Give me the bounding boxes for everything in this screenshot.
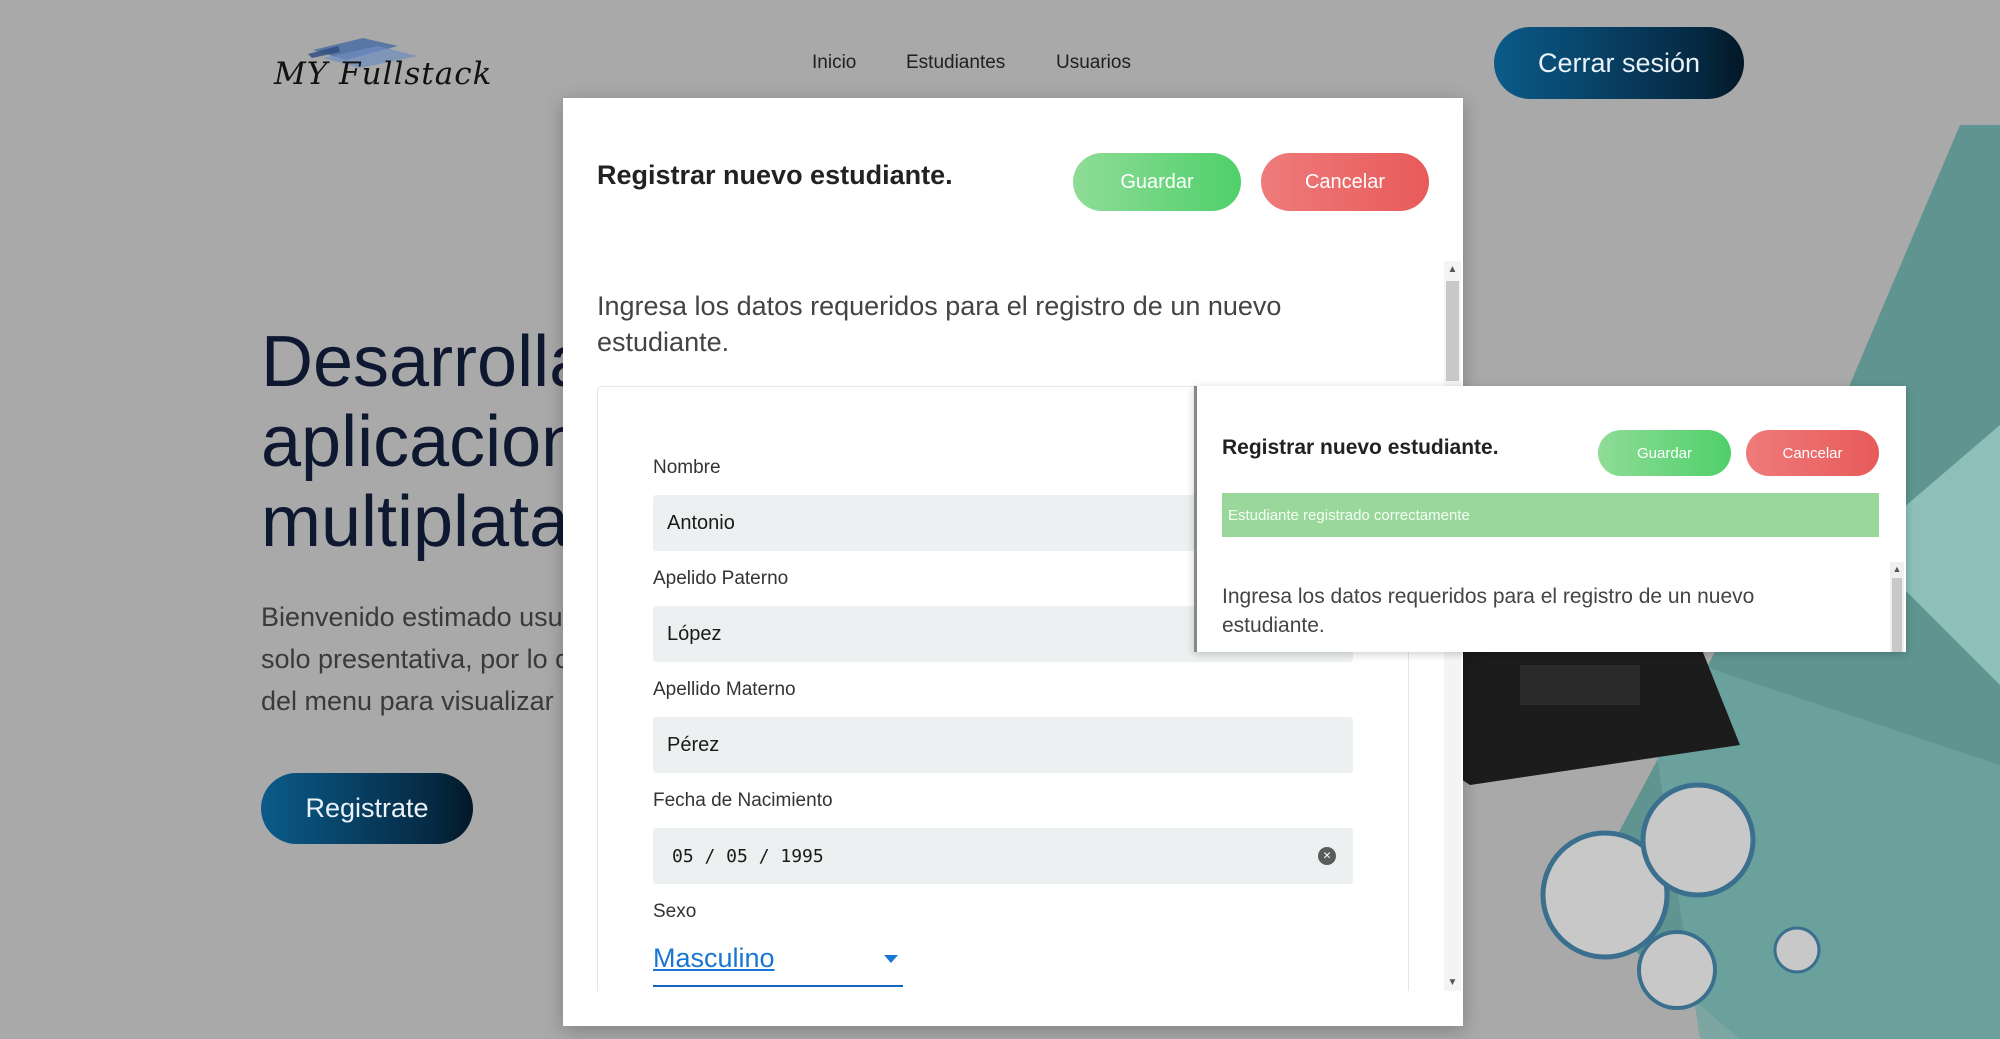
- apellido-materno-label: Apellido Materno: [653, 679, 796, 700]
- apellido-paterno-label: Apelido Paterno: [653, 568, 789, 589]
- logout-button[interactable]: Cerrar sesión: [1494, 27, 1744, 99]
- fecha-nacimiento-value: 05 / 05 / 1995: [672, 845, 824, 867]
- scroll-up-icon[interactable]: ▲: [1890, 562, 1904, 576]
- nombre-label: Nombre: [653, 457, 721, 478]
- modal-description: Ingresa los datos requeridos para el reg…: [597, 291, 1282, 357]
- hero-subtitle-line: solo presentativa, por lo c: [261, 644, 569, 674]
- sexo-selected-value: Masculino: [653, 943, 775, 973]
- sexo-select[interactable]: Masculino: [653, 937, 903, 987]
- register-button[interactable]: Registrate: [261, 773, 473, 844]
- cancel-button[interactable]: Cancelar: [1261, 153, 1429, 211]
- save-button[interactable]: Guardar: [1073, 153, 1241, 211]
- hero-title-line: aplicacion: [261, 402, 582, 482]
- panel-edge: [1194, 386, 1197, 652]
- hero-subtitle-line: del menu para visualizar: [261, 686, 554, 716]
- modal-title: Registrar nuevo estudiante.: [597, 160, 953, 190]
- chevron-down-icon: [884, 955, 898, 963]
- logo[interactable]: MY Fullstack: [268, 28, 491, 98]
- nav-estudiantes[interactable]: Estudiantes: [906, 52, 1005, 74]
- panel-save-button[interactable]: Guardar: [1598, 430, 1731, 476]
- success-alert: Estudiante registrado correctamente: [1222, 493, 1879, 537]
- panel-cancel-button[interactable]: Cancelar: [1746, 430, 1879, 476]
- logo-text: MY Fullstack: [274, 56, 493, 92]
- scroll-up-icon[interactable]: ▲: [1444, 261, 1461, 278]
- hero-subtitle: Bienvenido estimado usu solo presentativ…: [261, 596, 569, 722]
- panel-description: Ingresa los datos requeridos para el reg…: [1222, 585, 1755, 637]
- nav-inicio[interactable]: Inicio: [812, 52, 856, 74]
- sexo-label: Sexo: [653, 901, 697, 922]
- fecha-nacimiento-label: Fecha de Nacimiento: [653, 790, 833, 811]
- apellido-materno-field[interactable]: Pérez: [653, 717, 1353, 773]
- fecha-nacimiento-field[interactable]: 05 / 05 / 1995 ✕: [653, 828, 1353, 884]
- hero-subtitle-line: Bienvenido estimado usu: [261, 602, 563, 632]
- hero-title-line: multiplata: [261, 482, 570, 562]
- clear-date-icon[interactable]: ✕: [1318, 847, 1336, 865]
- scroll-down-icon[interactable]: ▼: [1444, 974, 1461, 991]
- page-background: MY Fullstack Inicio Estudiantes Usuarios…: [0, 0, 2000, 1039]
- nav-usuarios[interactable]: Usuarios: [1056, 52, 1131, 74]
- panel-title: Registrar nuevo estudiante.: [1222, 436, 1499, 459]
- hero-title-line: Desarrolla: [261, 322, 590, 402]
- success-preview-panel: Registrar nuevo estudiante. Guardar Canc…: [1194, 386, 1906, 652]
- panel-scrollbar[interactable]: ▲: [1890, 562, 1904, 652]
- scrollbar-thumb[interactable]: [1446, 281, 1459, 381]
- hero-title: Desarrolla aplicacion multiplata: [261, 322, 589, 562]
- scrollbar-thumb[interactable]: [1892, 578, 1902, 652]
